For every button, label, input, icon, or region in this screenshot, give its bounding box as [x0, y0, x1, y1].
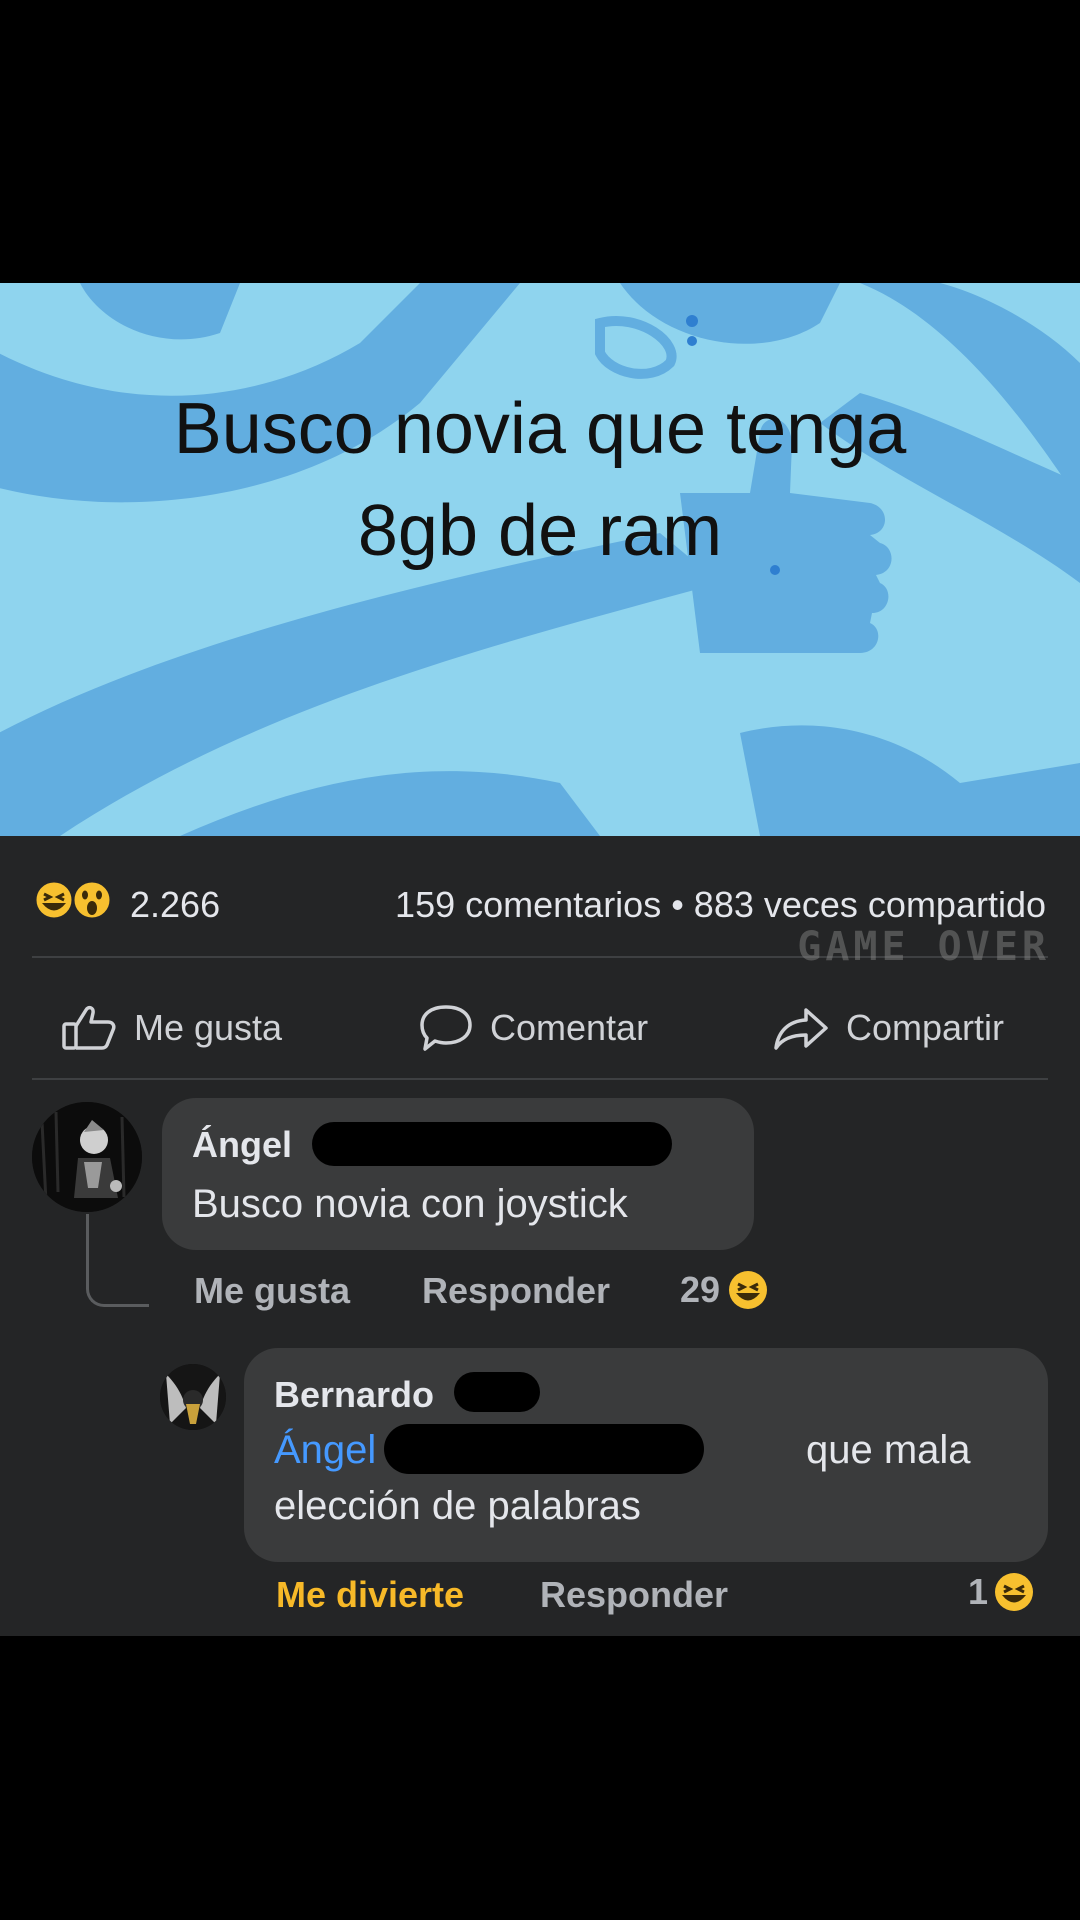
post-text-line-1: Busco novia que tenga [173, 389, 907, 469]
share-button[interactable]: Compartir [772, 988, 1004, 1068]
post-footer: 2.266 159 comentarios • 883 veces compar… [0, 836, 1080, 1636]
redaction-bar [454, 1372, 540, 1412]
post-text-line-2: 8gb de ram [357, 491, 723, 571]
comment-reaction-number: 1 [968, 1571, 989, 1612]
comment-reply-button[interactable]: Responder [422, 1270, 610, 1312]
comment-reaction-number: 29 [680, 1269, 721, 1310]
watermark: GAME OVER [797, 924, 1050, 970]
thumbs-up-icon [62, 1005, 116, 1050]
comments-shares-count[interactable]: 159 comentarios • 883 veces compartido [395, 884, 1046, 926]
thread-connector [86, 1214, 149, 1307]
like-button[interactable]: Me gusta [60, 988, 282, 1068]
haha-emoji-icon [33, 879, 75, 921]
comment-reaction-count[interactable]: 29 [680, 1268, 770, 1312]
comment-author[interactable]: Ángel [192, 1124, 292, 1166]
haha-emoji-icon [729, 1271, 768, 1309]
wow-emoji-icon [71, 879, 113, 921]
comment-text-line-2: elección de palabras [274, 1484, 641, 1528]
comment-bubble[interactable]: Ángel Busco novia con joystick [162, 1098, 754, 1250]
comment-text: que mala [806, 1428, 971, 1472]
comment-button[interactable]: Comentar [418, 988, 648, 1068]
comment-reaction-button[interactable]: Me divierte [276, 1574, 464, 1616]
comment-text: Busco novia con joystick [192, 1182, 628, 1226]
comment-reaction-count[interactable]: 1 [968, 1570, 1036, 1614]
post-actions: Me gusta Comentar Compartir [0, 988, 1080, 1068]
comment-author[interactable]: Bernardo [274, 1374, 434, 1416]
share-label: Compartir [846, 1007, 1005, 1048]
post-text: Busco novia que tenga 8gb de ram [0, 378, 1080, 582]
avatar-image [32, 1102, 142, 1212]
comment-mention[interactable]: Ángel [274, 1422, 376, 1478]
comment-reply-button[interactable]: Responder [540, 1574, 728, 1616]
comment-bubble[interactable]: Bernardo Ángel que mala elección de pala… [244, 1348, 1048, 1562]
post-image[interactable]: Busco novia que tenga 8gb de ram [0, 283, 1080, 836]
avatar[interactable] [160, 1364, 226, 1430]
avatar[interactable] [32, 1102, 142, 1212]
divider [32, 1078, 1048, 1080]
comment-label: Comentar [490, 1007, 649, 1048]
share-arrow-icon [774, 1008, 828, 1050]
redaction-bar [384, 1424, 704, 1474]
avatar-image [160, 1364, 226, 1430]
comment-like-button[interactable]: Me gusta [194, 1270, 350, 1312]
speech-bubble-icon [420, 1005, 472, 1051]
redaction-bar [312, 1122, 672, 1166]
reaction-icons[interactable] [32, 876, 122, 924]
haha-emoji-icon [995, 1573, 1034, 1611]
reaction-count[interactable]: 2.266 [130, 884, 220, 926]
like-label: Me gusta [134, 1007, 283, 1048]
